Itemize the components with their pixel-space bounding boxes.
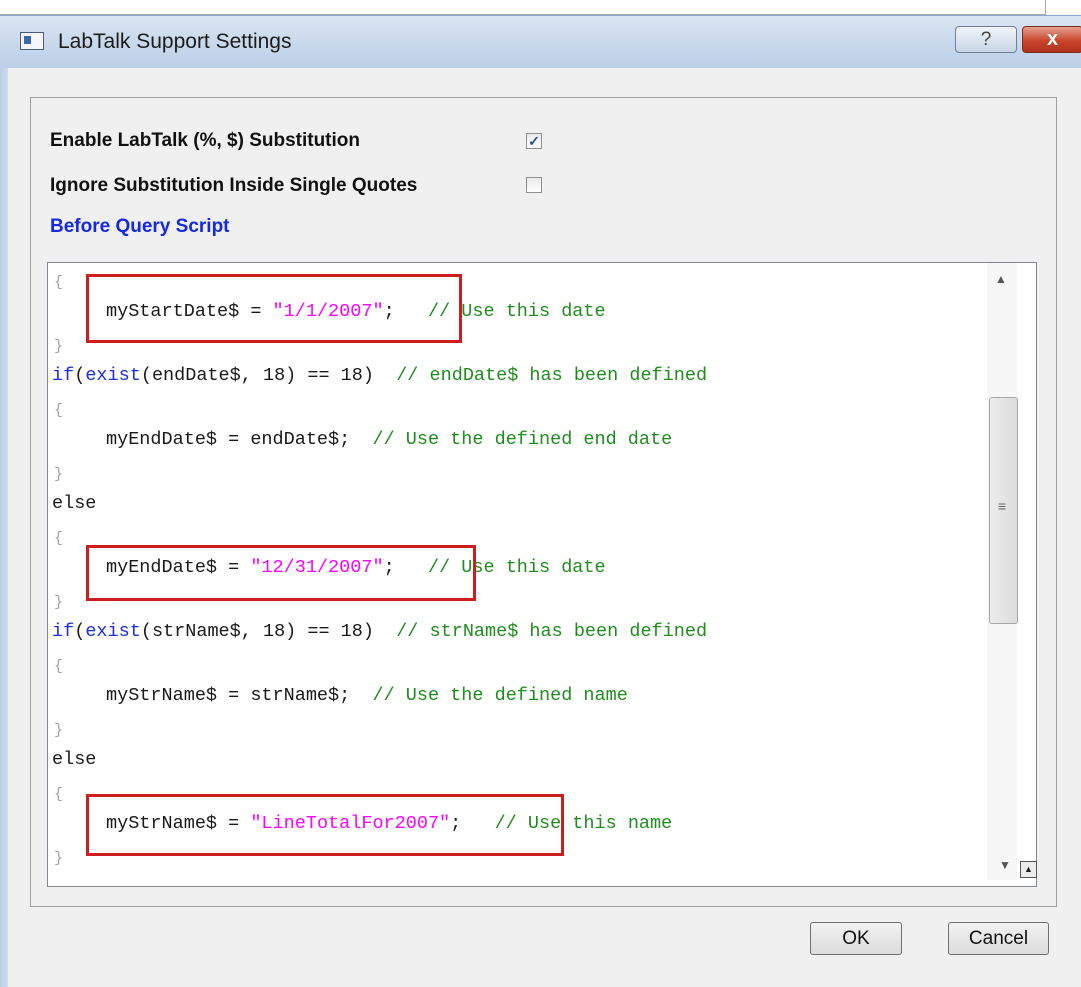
code-line-3: } — [54, 338, 64, 355]
cancel-button[interactable]: Cancel — [948, 922, 1049, 955]
code-line-13: { — [54, 658, 64, 675]
code-line-4: if(exist(endDate$, 18) == 18) // endDate… — [52, 365, 708, 386]
ok-button[interactable]: OK — [810, 922, 902, 955]
code-line-7: } — [54, 466, 64, 483]
code-line-8: else — [52, 493, 97, 514]
help-button[interactable]: ? — [955, 26, 1017, 53]
window-frame-left — [0, 68, 8, 987]
code-line-17: { — [54, 786, 64, 803]
code-line-16: else — [52, 749, 97, 770]
enable-substitution-label: Enable LabTalk (%, $) Substitution — [50, 130, 361, 151]
title-bar: LabTalk Support Settings ? x — [0, 15, 1081, 68]
enable-substitution-checkbox[interactable]: ✓ — [526, 133, 542, 149]
before-query-script-label: Before Query Script — [50, 216, 230, 237]
code-line-9: { — [54, 530, 64, 547]
code-line-6: myEndDate$ = endDate$; // Use the define… — [106, 429, 673, 450]
app-icon — [20, 32, 44, 50]
code-line-19: } — [54, 850, 64, 867]
ignore-quotes-checkbox[interactable] — [526, 177, 542, 193]
window-title: LabTalk Support Settings — [58, 30, 292, 53]
code-line-1: { — [54, 274, 64, 291]
background-window-edge — [0, 0, 1046, 15]
close-button[interactable]: x — [1022, 26, 1081, 53]
scroll-up-icon[interactable]: ▲ — [988, 272, 1014, 292]
highlight-start-date — [86, 274, 462, 343]
code-line-15: } — [54, 722, 64, 739]
resize-toggle-button[interactable]: ▲ — [1020, 861, 1037, 878]
code-line-5: { — [54, 402, 64, 419]
scroll-down-icon[interactable]: ▼ — [994, 858, 1016, 878]
highlight-str-name — [86, 794, 564, 856]
code-line-11: } — [54, 594, 64, 611]
ignore-quotes-label: Ignore Substitution Inside Single Quotes — [50, 175, 418, 196]
scroll-grip-icon: ≡ — [997, 498, 1007, 514]
code-line-14: myStrName$ = strName$; // Use the define… — [106, 685, 628, 706]
code-line-12: if(exist(strName$, 18) == 18) // strName… — [52, 621, 708, 642]
highlight-end-date — [86, 545, 476, 601]
